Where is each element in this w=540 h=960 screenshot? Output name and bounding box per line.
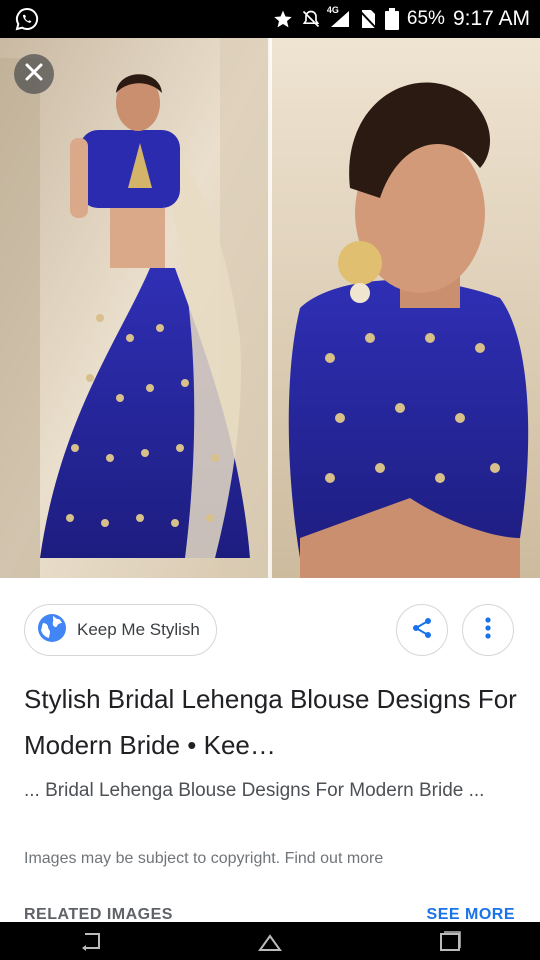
battery-percent: 65%: [406, 8, 445, 29]
status-bar: 4G 65% 9:17 AM: [0, 0, 540, 38]
back-icon: [80, 933, 104, 956]
globe-icon: [37, 613, 67, 648]
battery-icon: [384, 8, 399, 30]
whatsapp-call-icon: [14, 7, 40, 36]
recents-icon: [438, 931, 462, 956]
close-button[interactable]: [14, 54, 54, 94]
clock: 9:17 AM: [452, 7, 530, 30]
home-button[interactable]: [258, 930, 282, 952]
star-icon: [273, 9, 293, 29]
result-snippet: ... Bridal Lehenga Blouse Designs For Mo…: [24, 780, 485, 801]
close-icon: [25, 63, 43, 86]
source-link-chip[interactable]: Keep Me Stylish: [24, 604, 217, 656]
system-nav-bar: [0, 922, 540, 960]
no-sim-icon: [359, 9, 377, 29]
more-vert-icon: [484, 616, 492, 645]
preview-image[interactable]: [0, 38, 540, 578]
result-title[interactable]: Stylish Bridal Lehenga Blouse Designs Fo…: [24, 676, 520, 768]
back-button[interactable]: [80, 930, 104, 952]
mute-bell-icon: [301, 9, 321, 29]
home-icon: [258, 934, 282, 956]
share-button[interactable]: [396, 604, 448, 656]
preview-image-art: [0, 38, 540, 578]
signal-icon: 4G: [327, 5, 351, 29]
copyright-notice[interactable]: Images may be subject to copyright. Find…: [24, 850, 383, 868]
more-options-button[interactable]: [462, 604, 514, 656]
network-type: 4G: [326, 5, 339, 15]
share-icon: [410, 616, 434, 645]
source-name: Keep Me Stylish: [77, 620, 200, 639]
recents-button[interactable]: [438, 930, 462, 952]
